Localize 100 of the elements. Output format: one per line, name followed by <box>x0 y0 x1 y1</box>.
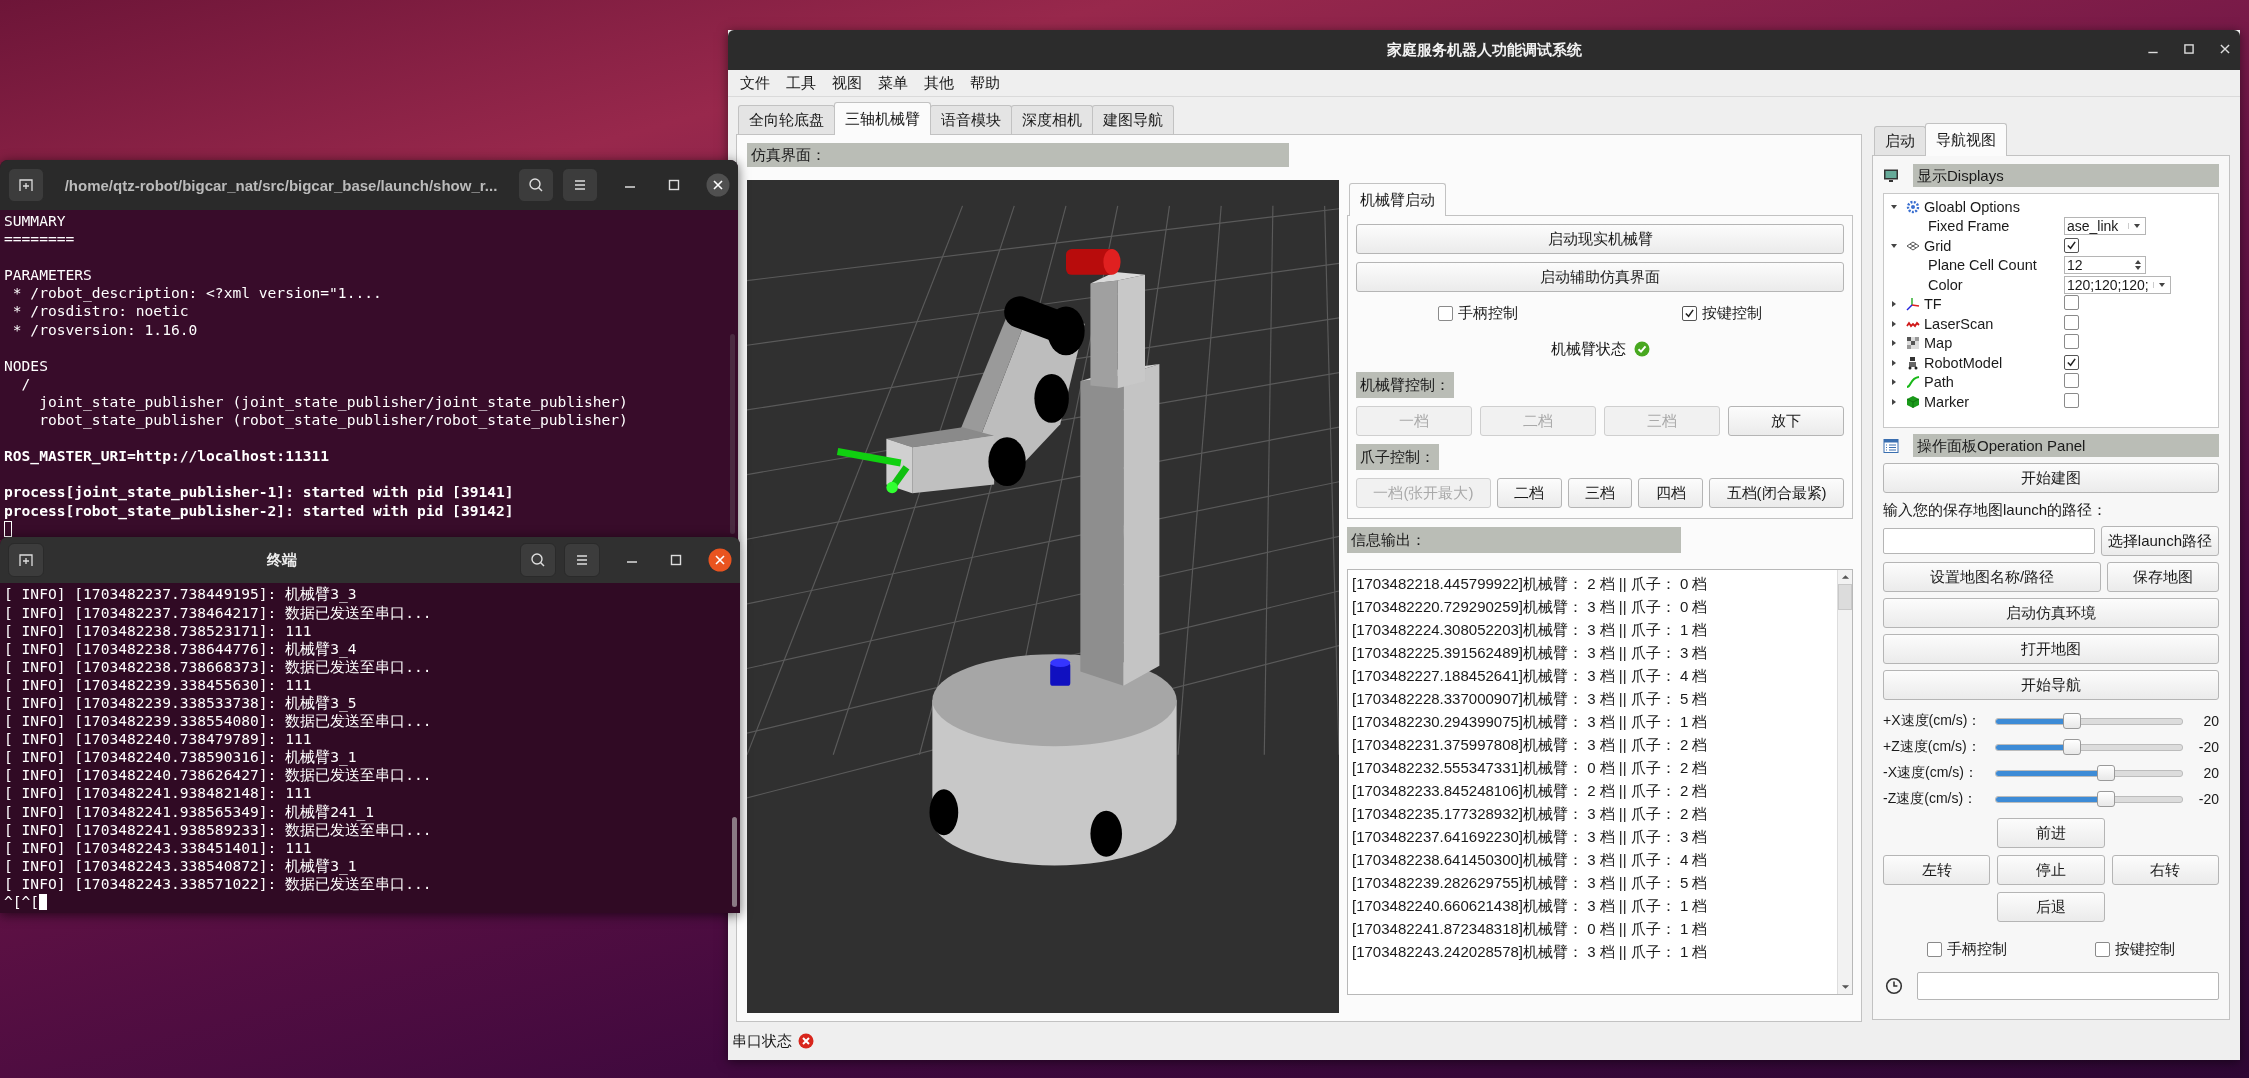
expand-arrow-icon[interactable] <box>1890 339 1898 348</box>
tab[interactable]: 深度相机 <box>1011 105 1093 134</box>
action-button[interactable]: 打开地图 <box>1883 634 2219 664</box>
checkbox[interactable] <box>2095 941 2110 957</box>
checkbox[interactable] <box>2064 334 2079 350</box>
tree-item-label[interactable]: Marker <box>1924 393 1970 410</box>
scrollbar-thumb[interactable] <box>1838 584 1852 610</box>
menu-button[interactable] <box>562 168 598 202</box>
tab[interactable]: 启动 <box>1874 126 1926 155</box>
time-field[interactable] <box>1917 972 2219 1000</box>
checkbox[interactable] <box>1927 941 1942 957</box>
checkbox[interactable] <box>2064 354 2079 370</box>
checkbox-label[interactable]: 手柄控制 <box>1947 939 2007 959</box>
start-mapping-button[interactable]: 开始建图 <box>1883 463 2219 493</box>
speed-slider[interactable] <box>1995 791 2183 807</box>
close-icon[interactable] <box>708 548 732 573</box>
turn-left-button[interactable]: 左转 <box>1883 855 1991 885</box>
gear-button[interactable]: 放下 <box>1728 406 1844 436</box>
scrollbar-thumb[interactable] <box>732 817 737 907</box>
expand-arrow-icon[interactable] <box>1890 358 1898 367</box>
tab[interactable]: 三轴机械臂 <box>834 102 931 135</box>
menu-item[interactable]: 工具 <box>780 71 822 95</box>
slider-thumb[interactable] <box>2096 765 2115 781</box>
close-icon[interactable] <box>706 173 730 197</box>
tab[interactable]: 全向轮底盘 <box>738 105 835 134</box>
gear-button[interactable]: 二档 <box>1496 478 1562 508</box>
checkbox-label[interactable]: 按键控制 <box>2115 939 2175 959</box>
speed-label: +Z速度(cm/s)： <box>1883 738 1982 756</box>
tree-item-label[interactable]: Grid <box>1924 237 1952 254</box>
menu-item[interactable]: 视图 <box>826 71 868 95</box>
checkbox[interactable] <box>1682 305 1697 321</box>
forward-button[interactable]: 前进 <box>1997 818 2105 848</box>
maximize-icon[interactable] <box>2182 42 2196 56</box>
tab[interactable]: 导航视图 <box>1925 123 2007 156</box>
save-map-button[interactable]: 保存地图 <box>2107 562 2219 592</box>
slider-thumb[interactable] <box>2096 791 2115 807</box>
terminal-line: PARAMETERS <box>4 265 93 285</box>
tree-item-label[interactable]: Path <box>1924 374 1954 391</box>
spin-box[interactable]: 12 <box>2064 256 2146 275</box>
expand-arrow-icon[interactable] <box>1890 319 1898 328</box>
scrollbar[interactable] <box>1837 570 1852 994</box>
dropdown[interactable]: ase_link <box>2064 217 2146 236</box>
tab[interactable]: 机械臂启动 <box>1349 183 1446 216</box>
checkbox[interactable] <box>2064 295 2079 311</box>
terminal-line: [ INFO] [1703482239.338554080]: 数据已发送至串口... <box>4 712 433 731</box>
turn-right-button[interactable]: 右转 <box>2111 855 2219 885</box>
scrollbar-thumb[interactable] <box>730 334 735 534</box>
action-button[interactable]: 启动现实机械臂 <box>1356 224 1844 254</box>
menu-item[interactable]: 其他 <box>918 71 960 95</box>
tree-item-label[interactable]: TF <box>1924 296 1942 313</box>
set-map-name-button[interactable]: 设置地图名称/路径 <box>1883 562 2101 592</box>
tree-item-label[interactable]: LaserScan <box>1924 315 1994 332</box>
property-label: Fixed Frame <box>1928 218 2010 235</box>
gear-button[interactable]: 四档 <box>1638 478 1704 508</box>
prompt-text: ^[^[ <box>4 892 40 912</box>
search-button[interactable] <box>518 168 554 202</box>
checkbox[interactable] <box>2064 237 2079 253</box>
collapse-arrow-icon[interactable] <box>1890 202 1898 211</box>
close-icon[interactable] <box>2218 42 2232 56</box>
dropdown[interactable]: 120;120;120; <box>2064 275 2171 294</box>
checkbox[interactable] <box>2064 373 2079 389</box>
window-title: 家庭服务机器人功能调试系统 <box>1386 40 1582 60</box>
scroll-down-icon[interactable] <box>1840 984 1850 990</box>
collapse-arrow-icon[interactable] <box>1890 241 1898 250</box>
expand-arrow-icon[interactable] <box>1890 397 1898 406</box>
path-input-field[interactable] <box>1883 528 2095 554</box>
checkbox-label[interactable]: 按键控制 <box>1702 303 1762 323</box>
action-button[interactable]: 启动辅助仿真界面 <box>1356 262 1844 292</box>
action-button[interactable]: 开始导航 <box>1883 670 2219 700</box>
menu-button[interactable] <box>564 543 600 578</box>
speed-slider[interactable] <box>1995 713 2183 729</box>
menu-item[interactable]: 帮助 <box>964 71 1006 95</box>
scroll-up-icon[interactable] <box>1840 574 1850 580</box>
menu-item[interactable]: 文件 <box>734 71 776 95</box>
new-tab-button[interactable] <box>8 543 44 578</box>
search-button[interactable] <box>520 543 556 578</box>
checkbox-label[interactable]: 手柄控制 <box>1458 303 1518 323</box>
slider-thumb[interactable] <box>2063 713 2082 729</box>
speed-slider[interactable] <box>1995 739 2183 755</box>
checkbox[interactable] <box>2064 314 2079 330</box>
gear-button[interactable]: 三档 <box>1567 478 1633 508</box>
gear-button[interactable]: 五档(闭合最紧) <box>1709 478 1844 508</box>
backward-button[interactable]: 后退 <box>1997 892 2105 922</box>
speed-slider[interactable] <box>1995 765 2183 781</box>
tree-item-label[interactable]: Map <box>1924 335 1953 352</box>
menu-item[interactable]: 菜单 <box>872 71 914 95</box>
checkbox[interactable] <box>2064 392 2079 408</box>
browse-button[interactable]: 选择launch路径 <box>2100 526 2219 556</box>
action-button[interactable]: 启动仿真环境 <box>1883 598 2219 628</box>
tree-item-label[interactable]: Gloabl Options <box>1924 198 2020 215</box>
new-tab-button[interactable] <box>8 168 44 202</box>
log-line: [1703482233.845248106]机械臂： 2 档 || 爪子： 2 档 <box>1352 781 1709 801</box>
stop-button[interactable]: 停止 <box>1997 855 2105 885</box>
checkbox[interactable] <box>1438 305 1453 321</box>
expand-arrow-icon[interactable] <box>1890 378 1898 387</box>
slider-thumb[interactable] <box>2063 739 2082 755</box>
expand-arrow-icon[interactable] <box>1890 300 1898 309</box>
tree-item-label[interactable]: RobotModel <box>1924 354 2003 371</box>
tab[interactable]: 语音模块 <box>930 105 1012 134</box>
tab[interactable]: 建图导航 <box>1092 105 1174 134</box>
